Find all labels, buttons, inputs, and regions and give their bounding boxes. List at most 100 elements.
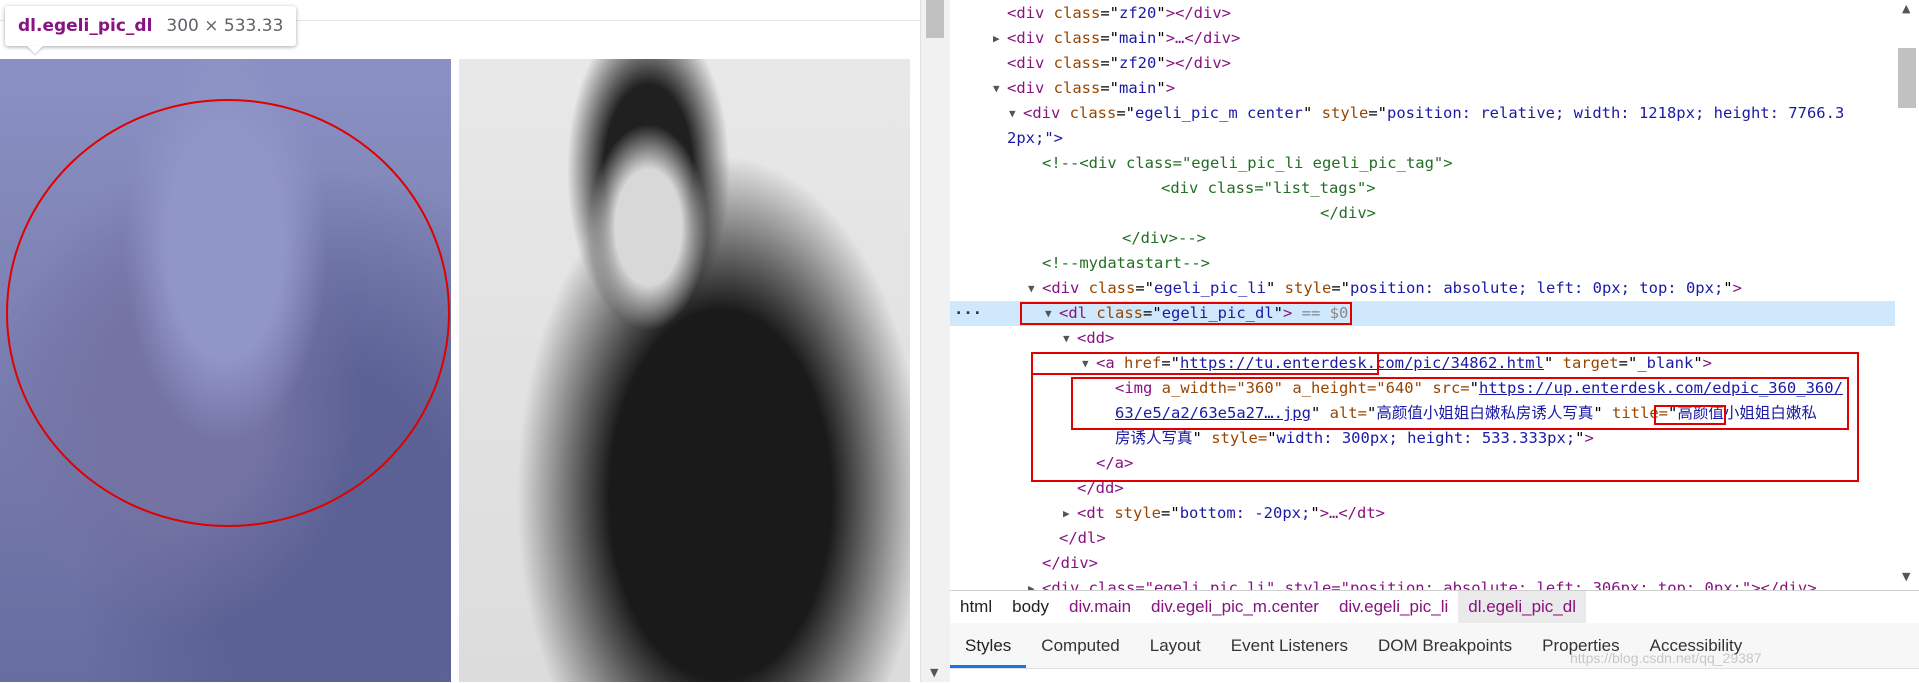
tree-node[interactable]: ▼ <div class="egeli_pic_li" style="posit… (950, 276, 1895, 301)
tree-comment[interactable]: <!--<div class="egeli_pic_li egeli_pic_t… (950, 151, 1895, 176)
tag-close: </dl> (1059, 529, 1106, 547)
tree-node-continuation: 2px;"> (950, 126, 1895, 151)
collapse-triangle-icon[interactable]: ▼ (1028, 276, 1035, 301)
comment-text: </div>--> (1122, 229, 1206, 247)
expand-triangle-icon[interactable]: ▶ (1063, 501, 1070, 526)
inspect-tooltip: dl.egeli_pic_dl 300 × 533.33 (5, 6, 297, 46)
styles-tabbar: Styles Computed Layout Event Listeners D… (950, 623, 1919, 668)
attr-value: zf20 (1119, 54, 1157, 72)
inspected-page: dl.egeli_pic_dl 300 × 533.33 (0, 0, 920, 682)
tree-node[interactable]: <div class="zf20"></div> (950, 1, 1895, 26)
red-box-annotation-dl (1020, 302, 1352, 325)
tree-node[interactable]: ▼ <div class="egeli_pic_m center" style=… (950, 101, 1895, 126)
attr-value: position: absolute; left: 0px; top: 0px; (1350, 279, 1724, 297)
tag-open: <div (1007, 29, 1045, 47)
attr-name: class (1088, 279, 1136, 297)
attr-value: zf20 (1119, 4, 1157, 22)
attr-value: egeli_pic_m center (1135, 104, 1303, 122)
tab-layout[interactable]: Layout (1135, 623, 1216, 668)
tab-dom-breakpoints[interactable]: DOM Breakpoints (1363, 623, 1527, 668)
tree-comment[interactable]: </div> (950, 201, 1895, 226)
tab-computed[interactable]: Computed (1026, 623, 1134, 668)
gallery-image[interactable] (459, 59, 910, 682)
attr-name: class (1053, 29, 1101, 47)
attr-name: class (1053, 54, 1101, 72)
attr-value-continuation: 2px;"> (1007, 129, 1063, 147)
tree-node[interactable]: ▼ <div class="main"> (950, 76, 1895, 101)
tag-open: <div (1007, 54, 1045, 72)
elements-tree: <div class="zf20"></div> ▶ <div class="m… (950, 0, 1895, 590)
tab-styles[interactable]: Styles (950, 623, 1027, 668)
red-box-annotation-img (1071, 377, 1849, 430)
tag-open: <dt (1077, 504, 1105, 522)
page-scrollbar-thumb[interactable] (926, 0, 944, 38)
tag-close: >…</div> (1165, 29, 1241, 47)
attr-name: style (1321, 104, 1369, 122)
collapse-triangle-icon[interactable]: ▼ (1009, 101, 1016, 126)
scroll-up-icon[interactable]: ▲ (1902, 2, 1910, 15)
breadcrumb-item-active[interactable]: dl.egeli_pic_dl (1458, 591, 1586, 623)
comment-text: <!--<div class="egeli_pic_li egeli_pic_t… (1042, 154, 1453, 172)
collapse-triangle-icon[interactable]: ▼ (1063, 326, 1070, 351)
tag-close: >…</dt> (1319, 504, 1386, 522)
styles-filter-row[interactable] (950, 668, 1919, 683)
tree-node[interactable]: </dl> (950, 526, 1895, 551)
breadcrumb-item[interactable]: div.egeli_pic_m.center (1141, 591, 1329, 623)
scroll-down-icon[interactable]: ▼ (1902, 570, 1910, 583)
tag-open: <div (1007, 79, 1045, 97)
red-circle-annotation (6, 99, 450, 527)
tree-comment[interactable]: <!--mydatastart--> (950, 251, 1895, 276)
attr-name: class (1053, 4, 1101, 22)
attr-name: style (1114, 504, 1162, 522)
attr-value: egeli_pic_li (1154, 279, 1266, 297)
tag-open: <div (1042, 279, 1080, 297)
tree-scrollbar-thumb[interactable] (1898, 48, 1916, 108)
tree-node[interactable]: </div> (950, 551, 1895, 576)
tag-open: <div (1023, 104, 1061, 122)
scroll-down-icon[interactable]: ▼ (930, 666, 938, 679)
comment-text: <!--mydatastart--> (1042, 254, 1210, 272)
collapse-triangle-icon[interactable]: ▼ (993, 76, 1000, 101)
tag-close: </div> (1042, 554, 1098, 572)
tag-open: <div (1007, 4, 1045, 22)
attr-name: class (1069, 104, 1117, 122)
tag-close: ></div> (1165, 4, 1232, 22)
tree-node[interactable]: ▶ <div class="main">…</div> (950, 26, 1895, 51)
breadcrumb-item[interactable]: div.egeli_pic_li (1329, 591, 1458, 623)
tag-open: <dd> (1077, 329, 1115, 347)
attr-value: bottom: -20px; (1179, 504, 1311, 522)
expand-triangle-icon[interactable]: ▶ (993, 26, 1000, 51)
tooltip-dimensions: 300 × 533.33 (166, 16, 284, 36)
tag-close: > (1732, 279, 1742, 297)
comment-text: </div> (1320, 204, 1376, 222)
tab-event-listeners[interactable]: Event Listeners (1216, 623, 1363, 668)
red-box-annotation-title (1654, 405, 1726, 425)
attr-value: position: relative; width: 1218px; heigh… (1387, 104, 1845, 122)
comment-text: <div class="list_tags"> (1161, 179, 1376, 197)
tag-close: ></div> (1165, 54, 1232, 72)
attr-name: class (1053, 79, 1101, 97)
tooltip-selector: dl.egeli_pic_dl (18, 16, 153, 36)
tree-node[interactable]: ▼ <dd> (950, 326, 1895, 351)
breadcrumb: html body div.main div.egeli_pic_m.cente… (950, 590, 1919, 624)
tree-scrollbar[interactable]: ▲ ▼ (1895, 0, 1919, 590)
watermark: https://blog.csdn.net/qq_29387 (1570, 650, 1762, 666)
tag-open: <div class="egeli_pic_li" style="positio… (1042, 579, 1817, 590)
tree-node[interactable]: ▶ <dt style="bottom: -20px;">…</dt> (950, 501, 1895, 526)
tooltip-arrow (27, 46, 43, 54)
devtools-panel: <div class="zf20"></div> ▶ <div class="m… (950, 0, 1919, 683)
page-scrollbar[interactable]: ▼ (920, 0, 951, 682)
tag-close: > (1165, 79, 1176, 97)
attr-value: main (1119, 79, 1157, 97)
more-options-icon[interactable]: ··· (954, 301, 982, 326)
tree-node[interactable]: <div class="zf20"></div> (950, 51, 1895, 76)
breadcrumb-item[interactable]: div.main (1059, 591, 1141, 623)
breadcrumb-item[interactable]: body (1002, 591, 1059, 623)
tree-node[interactable]: ▶ <div class="egeli_pic_li" style="posit… (950, 576, 1895, 590)
expand-triangle-icon[interactable]: ▶ (1028, 576, 1035, 590)
tree-comment[interactable]: <div class="list_tags"> (950, 176, 1895, 201)
attr-value: main (1119, 29, 1157, 47)
tree-comment[interactable]: </div>--> (950, 226, 1895, 251)
attr-name: style (1284, 279, 1332, 297)
breadcrumb-item[interactable]: html (950, 591, 1002, 623)
